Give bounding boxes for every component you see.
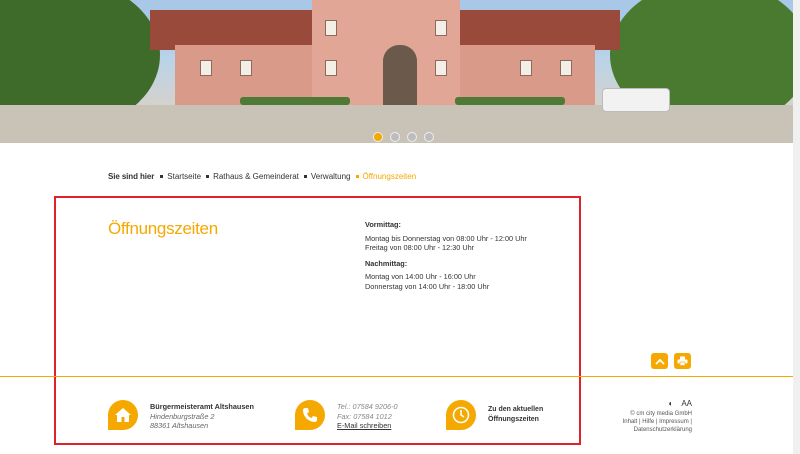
breadcrumb-item-verwaltung[interactable]: Verwaltung <box>303 172 351 181</box>
breadcrumb-item-startseite[interactable]: Startseite <box>160 172 201 181</box>
slider-dot-1[interactable] <box>373 132 383 142</box>
breadcrumb-current-label: Öffnungszeiten <box>362 172 417 181</box>
slider-dot-2[interactable] <box>390 132 400 142</box>
address-name: Bürgermeisteramt Altshausen <box>150 402 254 411</box>
opening-hours: Vormittag: Montag bis Donnerstag von 08:… <box>365 220 527 291</box>
page-title: Öffnungszeiten <box>108 219 218 238</box>
breadcrumb-item-current: Öffnungszeiten <box>355 172 417 181</box>
clock-icon[interactable] <box>446 400 476 430</box>
font-size-toggle[interactable]: AA <box>681 400 692 408</box>
morning-line: Montag bis Donnerstag von 08:00 Uhr - 12… <box>365 233 527 243</box>
phone-icon <box>295 400 325 430</box>
afternoon-line: Donnerstag von 14:00 Uhr - 18:00 Uhr <box>365 281 490 291</box>
hours-link-line1[interactable]: Zu den aktuellen <box>488 405 543 415</box>
contact-tel: Tel.: 07584 9206-0 <box>337 402 398 411</box>
morning-line: Freitag von 08:00 Uhr - 12:30 Uhr <box>365 243 475 252</box>
contrast-icon[interactable]: ◐ <box>668 400 673 408</box>
hours-link-line2[interactable]: Öffnungszeiten <box>488 415 543 425</box>
breadcrumb-item-rathaus[interactable]: Rathaus & Gemeinderat <box>206 172 299 181</box>
slider-pagination <box>373 132 434 142</box>
afternoon-heading: Nachmittag: <box>365 258 408 268</box>
contact-fax: Fax: 07584 1012 <box>337 411 392 421</box>
home-icon <box>108 400 138 430</box>
opening-hours-link[interactable]: Zu den aktuellen Öffnungszeiten <box>488 405 543 424</box>
address-street: Hindenburgstraße 2 <box>150 411 215 421</box>
morning-heading: Vormittag: <box>365 220 401 229</box>
footer-address: Bürgermeisteramt Altshausen Hindenburgst… <box>150 402 254 431</box>
breadcrumb-link[interactable]: Rathaus & Gemeinderat <box>213 172 299 181</box>
address-city: 88361 Altshausen <box>150 421 209 430</box>
footer-links[interactable]: Inhalt | Hilfe | Impressum | <box>623 419 692 425</box>
breadcrumb-lead: Sie sind hier <box>108 172 155 181</box>
slider-dot-3[interactable] <box>407 132 417 142</box>
footer-divider <box>0 376 793 377</box>
breadcrumb-link[interactable]: Startseite <box>167 172 201 181</box>
arrow-up-icon <box>654 358 665 365</box>
afternoon-line: Montag von 14:00 Uhr - 16:00 Uhr <box>365 272 476 281</box>
scroll-top-button[interactable] <box>651 353 668 369</box>
breadcrumb: Sie sind hier Startseite Rathaus & Gemei… <box>108 172 421 181</box>
print-icon <box>677 356 688 366</box>
email-link[interactable]: E-Mail schreiben <box>337 421 391 430</box>
hero-image <box>0 0 793 143</box>
privacy-link[interactable]: Datenschutzerklärung <box>634 427 692 433</box>
footer-meta: ◐ AA © cm city media GmbH Inhalt | Hilfe… <box>610 400 692 434</box>
slider-dot-4[interactable] <box>424 132 434 142</box>
breadcrumb-link[interactable]: Verwaltung <box>311 172 351 181</box>
copyright: © cm city media GmbH <box>630 411 692 417</box>
page-scrollbar[interactable] <box>793 0 800 454</box>
print-button[interactable] <box>674 353 691 369</box>
footer-contact: Tel.: 07584 9206-0 Fax: 07584 1012 E-Mai… <box>337 402 398 431</box>
